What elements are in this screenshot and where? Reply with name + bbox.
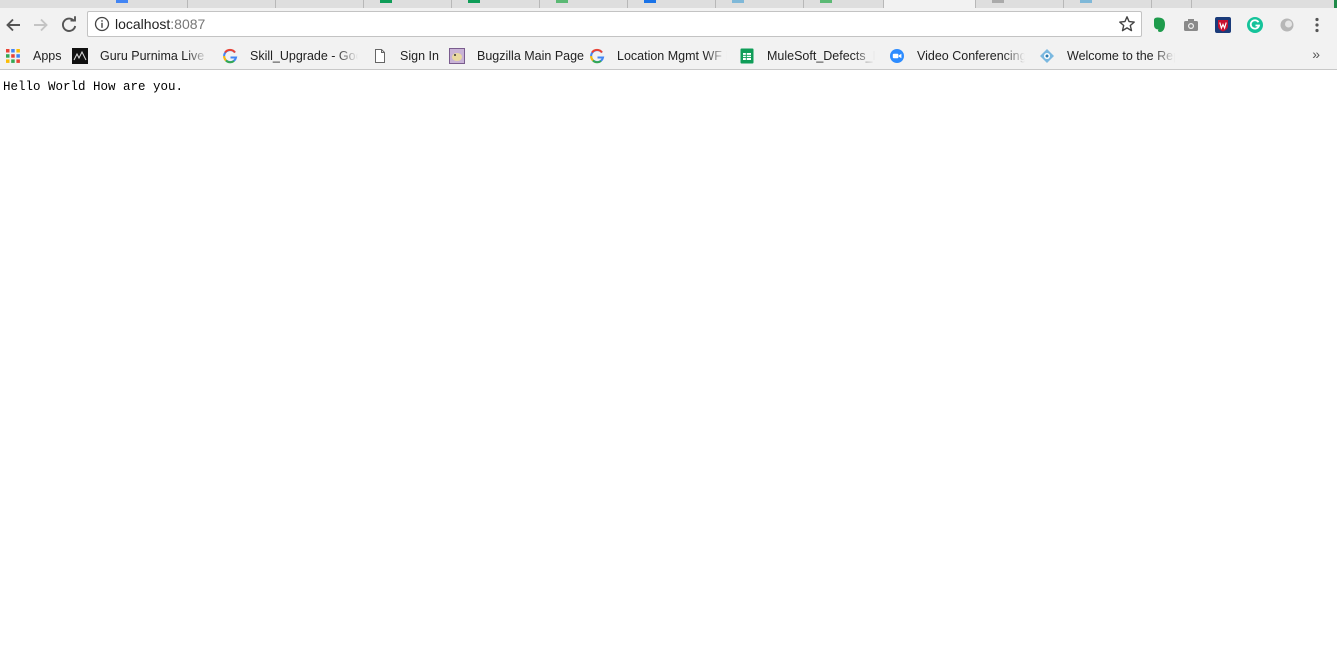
back-button[interactable] — [1, 13, 25, 37]
bookmarks-bar: Apps Guru Purnima Live st Skill_Upgrade … — [0, 42, 1337, 70]
bookmark-guru-purnima[interactable]: Guru Purnima Live st — [72, 47, 208, 65]
bookmark-label: Skill_Upgrade - Goo — [250, 49, 358, 63]
google-g-icon — [590, 48, 605, 64]
camera-icon[interactable] — [1182, 16, 1200, 34]
bookmark-bugzilla[interactable]: Bugzilla Main Page — [449, 47, 584, 65]
bookmark-label: MuleSoft_Defects_Kr — [767, 49, 875, 63]
tab-favicon — [644, 0, 656, 3]
guru-purnima-icon — [72, 48, 88, 64]
menu-kebab-icon[interactable] — [1308, 16, 1326, 34]
tab-favicon — [116, 0, 128, 3]
address-bar[interactable]: localhost:8087 — [87, 11, 1142, 37]
bookmark-label: Bugzilla Main Page — [477, 49, 585, 63]
grammarly-icon[interactable] — [1246, 16, 1264, 34]
browser-toolbar: localhost:8087 — [0, 8, 1337, 42]
bookmark-skill-upgrade[interactable]: Skill_Upgrade - Goo — [222, 47, 358, 65]
tab[interactable] — [804, 0, 884, 8]
tab-favicon — [1080, 0, 1092, 3]
bookmarks-overflow-button[interactable]: » — [1312, 46, 1320, 62]
google-g-icon — [223, 48, 238, 64]
tab[interactable] — [188, 0, 276, 8]
report-portal-icon — [1040, 49, 1054, 63]
tab-active[interactable] — [884, 0, 976, 8]
bookmark-apps[interactable]: Apps — [5, 47, 62, 65]
apps-grid-icon — [6, 49, 20, 63]
bookmark-label: Video Conferencing, — [917, 49, 1025, 63]
bookmark-label: Guru Purnima Live st — [100, 49, 208, 63]
bookmark-welcome-rep[interactable]: Welcome to the Rep — [1039, 47, 1175, 65]
info-icon[interactable] — [94, 16, 110, 32]
mcafee-icon[interactable] — [1214, 16, 1232, 34]
tab[interactable] — [364, 0, 452, 8]
page-content: Hello World How are you. — [0, 70, 1337, 668]
tab-favicon — [732, 0, 744, 3]
forward-button[interactable] — [29, 13, 53, 37]
bookmark-label: Location Mgmt WF F — [617, 49, 727, 63]
tab[interactable] — [100, 0, 188, 8]
tab-favicon — [820, 0, 832, 3]
reload-button[interactable] — [57, 13, 81, 37]
arrow-right-icon — [34, 18, 48, 32]
address-port: :8087 — [170, 16, 206, 32]
address-host: localhost — [115, 16, 171, 32]
tab[interactable] — [628, 0, 716, 8]
bookmark-location-mgmt[interactable]: Location Mgmt WF F — [589, 47, 727, 65]
bookmark-sign-in[interactable]: Sign In — [372, 47, 439, 65]
tab[interactable] — [976, 0, 1064, 8]
bookmark-label: Sign In — [400, 49, 439, 63]
address-url[interactable]: localhost:8087 — [115, 16, 205, 32]
zoom-icon — [890, 49, 904, 63]
reload-icon — [61, 16, 77, 32]
arrow-left-icon — [6, 18, 20, 32]
tab[interactable] — [452, 0, 540, 8]
tab[interactable] — [716, 0, 804, 8]
page-icon — [375, 49, 385, 63]
bookmark-video-conferencing[interactable]: Video Conferencing, — [889, 47, 1025, 65]
tab-favicon — [468, 0, 480, 3]
tab-favicon — [992, 0, 1004, 3]
bookmark-mulesoft-defects[interactable]: MuleSoft_Defects_Kr — [739, 47, 875, 65]
sheets-icon — [740, 48, 754, 64]
bugzilla-icon — [449, 48, 465, 64]
new-tab-button[interactable] — [1152, 0, 1192, 8]
bookmark-label: Welcome to the Rep — [1067, 49, 1175, 63]
bookmark-label: Apps — [33, 49, 62, 63]
tab-strip — [0, 0, 1337, 8]
tab-favicon — [556, 0, 568, 3]
extension-circle-icon[interactable] — [1278, 16, 1296, 34]
tab[interactable] — [276, 0, 364, 8]
tab[interactable] — [540, 0, 628, 8]
tab-favicon — [380, 0, 392, 3]
evernote-icon[interactable] — [1150, 16, 1168, 34]
star-icon[interactable] — [1118, 15, 1136, 33]
page-body-text: Hello World How are you. — [3, 80, 184, 94]
tab[interactable] — [1064, 0, 1152, 8]
